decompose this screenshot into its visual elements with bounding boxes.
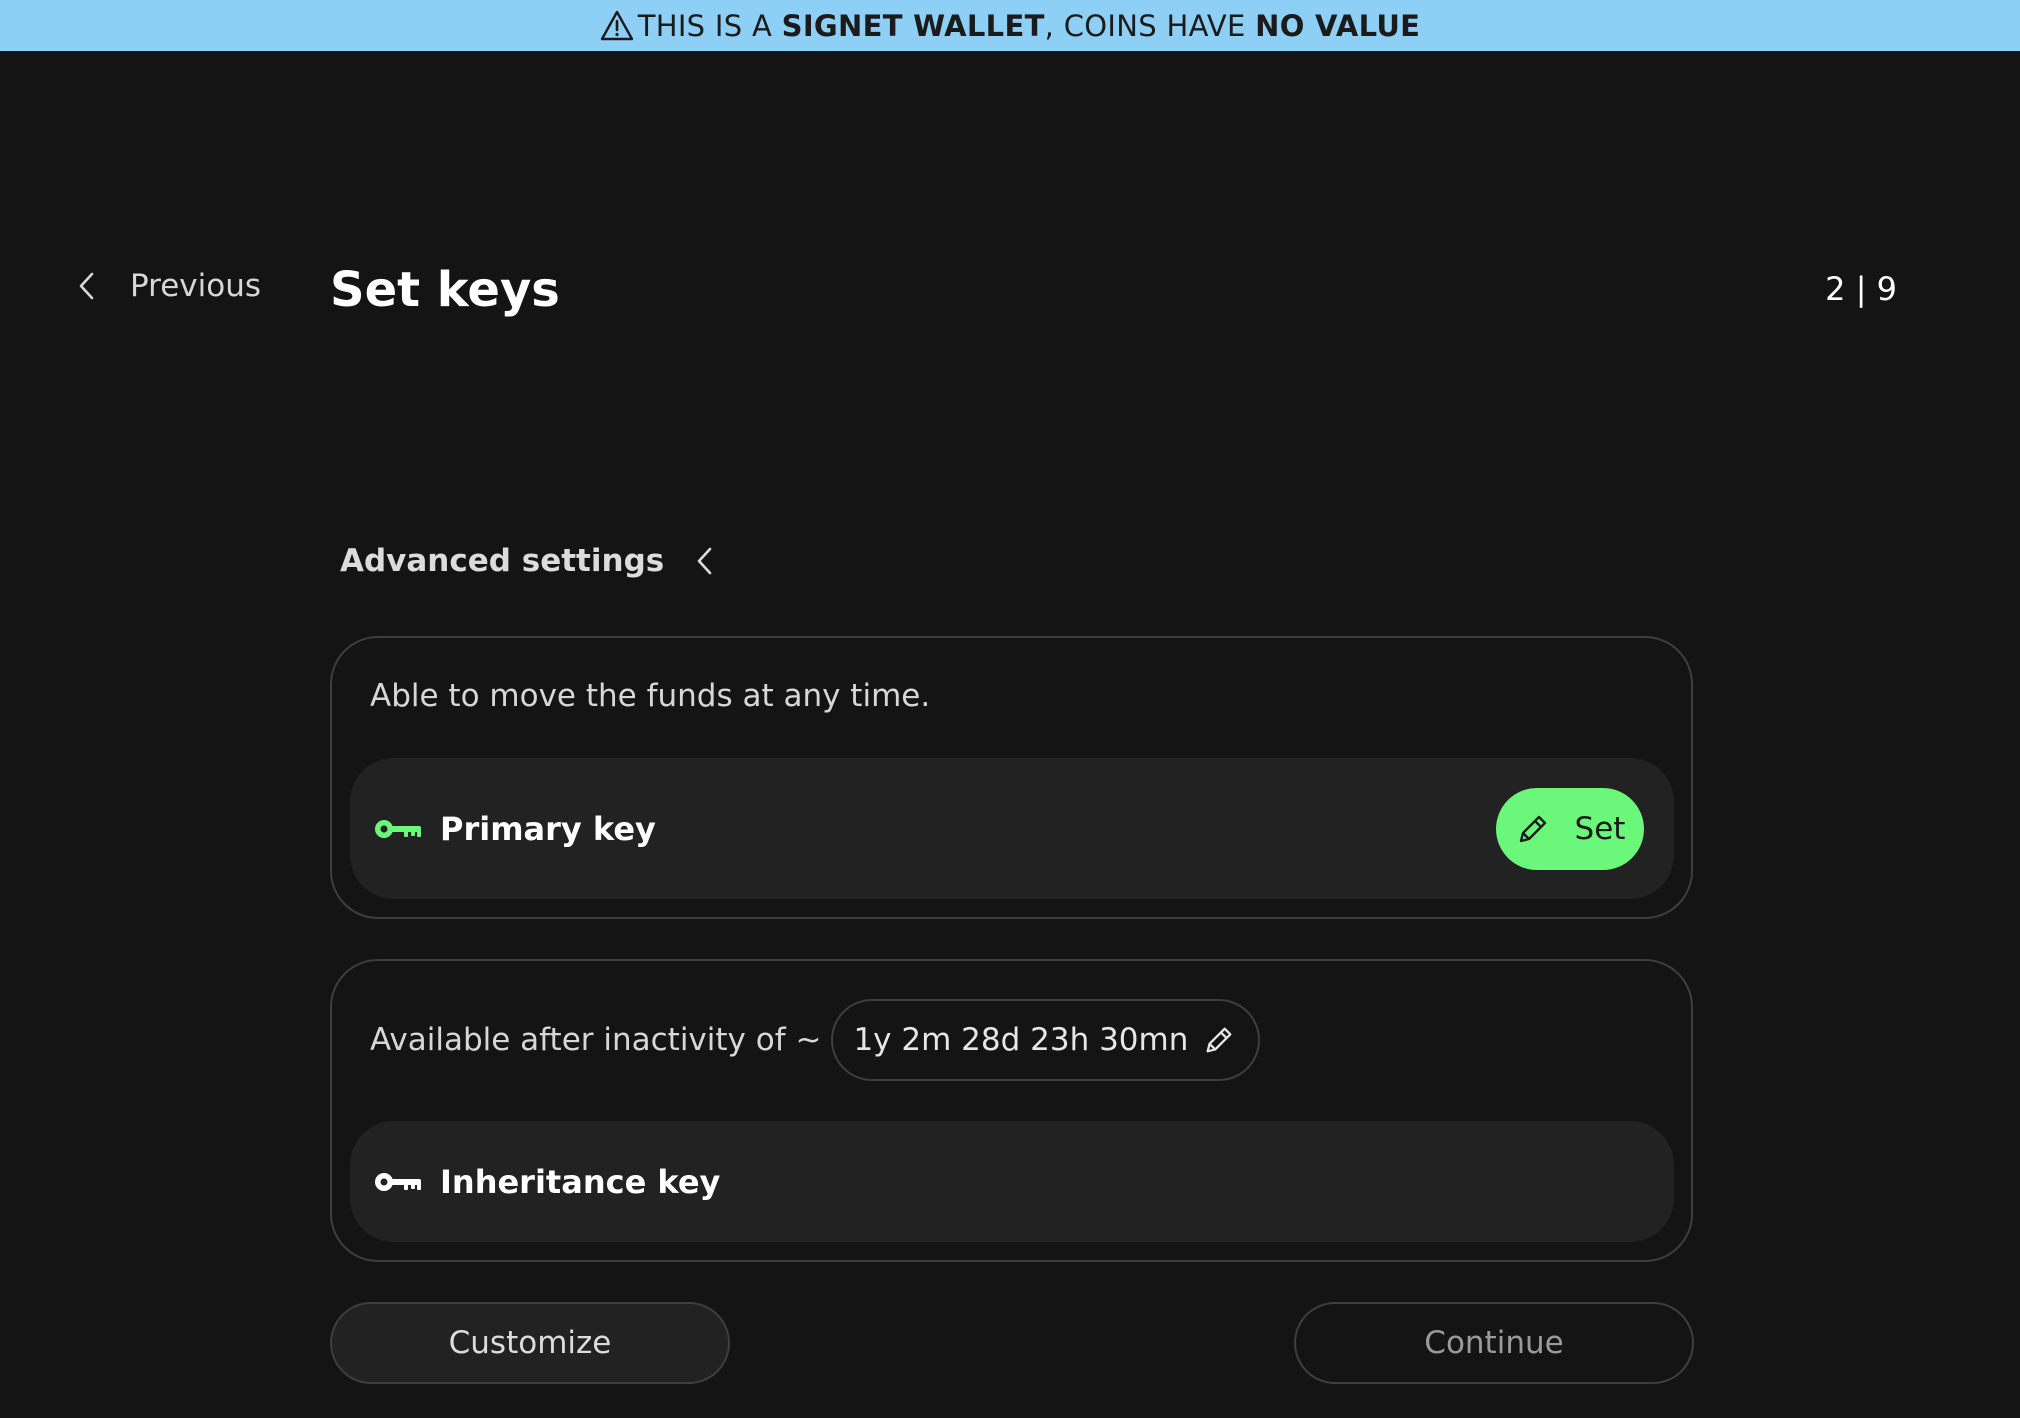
inactivity-duration-button[interactable]: 1y 2m 28d 23h 30mn [831, 999, 1261, 1081]
key-icon [375, 819, 421, 838]
banner-text-middle: , COINS HAVE [1044, 8, 1256, 43]
previous-label: Previous [130, 268, 262, 304]
banner-signet-wallet: SIGNET WALLET [781, 8, 1045, 43]
continue-button[interactable]: Continue [1294, 1302, 1694, 1384]
primary-key-label: Primary key [440, 809, 656, 848]
warning-icon [600, 10, 633, 40]
banner-text-prefix: THIS IS A [637, 8, 782, 43]
chevron-left-icon [697, 547, 712, 575]
set-primary-key-button[interactable]: Set [1496, 788, 1644, 870]
step-indicator: 2 | 9 [1825, 270, 1897, 308]
inheritance-key-card: Available after inactivity of ~ 1y 2m 28… [330, 959, 1693, 1262]
primary-key-card: Able to move the funds at any time. Prim… [330, 636, 1693, 919]
set-button-label: Set [1574, 811, 1626, 847]
continue-label: Continue [1424, 1325, 1564, 1361]
banner-no-value: NO VALUE [1255, 8, 1421, 43]
chevron-left-icon [79, 272, 94, 300]
advanced-settings-label: Advanced settings [340, 543, 665, 579]
customize-label: Customize [448, 1325, 612, 1361]
advanced-settings-toggle[interactable]: Advanced settings [340, 543, 718, 579]
key-icon [375, 1172, 421, 1191]
inheritance-key-label: Inheritance key [440, 1162, 721, 1201]
inheritance-key-row: Inheritance key [350, 1121, 1674, 1242]
inactivity-row: Available after inactivity of ~ 1y 2m 28… [370, 999, 1261, 1081]
customize-button[interactable]: Customize [330, 1302, 730, 1384]
previous-button[interactable]: Previous [72, 268, 261, 304]
inactivity-duration-value: 1y 2m 28d 23h 30mn [853, 1022, 1189, 1058]
primary-key-description: Able to move the funds at any time. [370, 678, 931, 714]
page-title: Set keys [330, 262, 560, 318]
signet-warning-banner: THIS IS A SIGNET WALLET , COINS HAVE NO … [0, 0, 2020, 51]
inactivity-label: Available after inactivity of ~ [370, 1022, 822, 1058]
primary-key-row: Primary key Set [350, 758, 1674, 899]
pencil-icon [1519, 815, 1546, 843]
pencil-icon [1206, 1027, 1232, 1053]
